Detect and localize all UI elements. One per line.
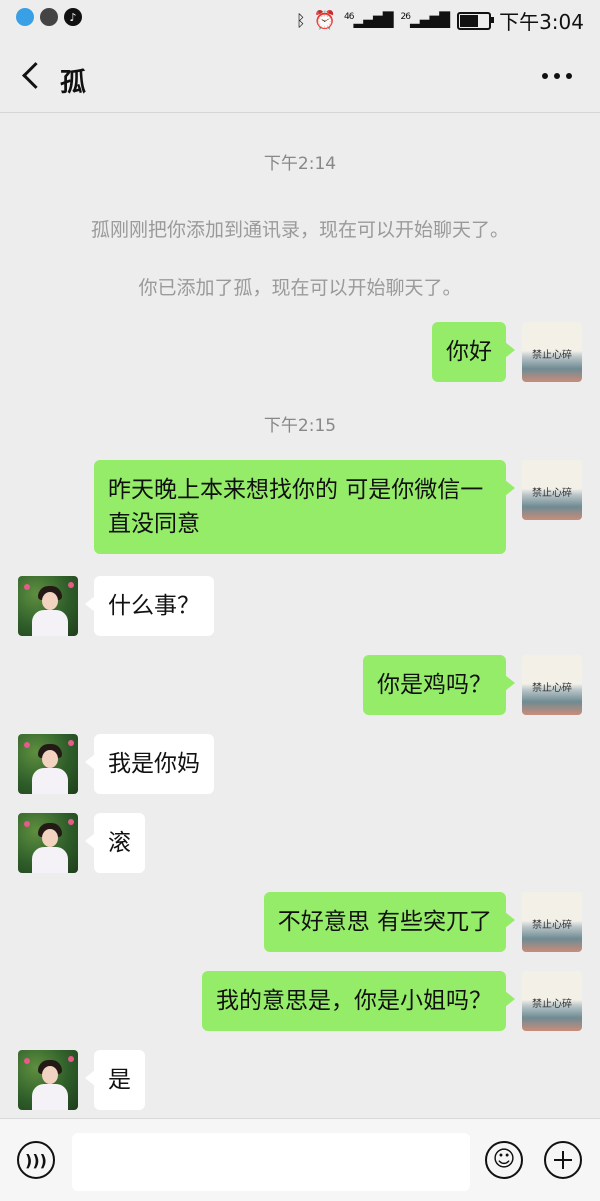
my-avatar-text: 禁止心碎 bbox=[532, 999, 572, 1010]
system-message: 孤刚刚把你添加到通讯录，现在可以开始聊天了。 bbox=[90, 219, 509, 241]
my-avatar[interactable]: 禁止心碎 bbox=[522, 971, 582, 1031]
timestamp: 下午2:14 bbox=[263, 154, 337, 174]
timestamp: 下午2:15 bbox=[263, 416, 337, 436]
chat-area[interactable]: 下午2:14 孤刚刚把你添加到通讯录，现在可以开始聊天了。 你已添加了孤，现在可… bbox=[0, 113, 600, 1118]
my-avatar[interactable]: 禁止心碎 bbox=[522, 655, 582, 715]
battery-icon bbox=[457, 11, 495, 30]
signal-1-icon: 46▂▄▆█ bbox=[344, 12, 394, 29]
my-avatar[interactable]: 禁止心碎 bbox=[522, 460, 582, 520]
status-icons-left: ♪ bbox=[16, 8, 82, 26]
emoji-icon[interactable]: ☺ bbox=[485, 1141, 523, 1179]
my-message-bubble[interactable]: 我的意思是，你是小姐吗？ bbox=[202, 971, 515, 1031]
tiktok-icon: ♪ bbox=[64, 8, 82, 26]
my-message-bubble[interactable]: 你是鸡吗？ bbox=[363, 655, 515, 715]
contact-message-bubble[interactable]: 滚 bbox=[85, 813, 145, 873]
system-message: 你已添加了孤，现在可以开始聊天了。 bbox=[138, 277, 462, 299]
back-arrow-icon[interactable] bbox=[14, 56, 50, 96]
contact-message-bubble[interactable]: 是 bbox=[85, 1050, 145, 1110]
message-input[interactable] bbox=[72, 1133, 470, 1191]
input-bar: ))) ☺ bbox=[0, 1118, 600, 1201]
status-icons-right: ᛒ ⏰ 46▂▄▆█ 26▂▄▆█ 下午3:04 bbox=[296, 6, 584, 35]
contact-avatar[interactable] bbox=[18, 1050, 78, 1110]
contact-avatar[interactable] bbox=[18, 734, 78, 794]
status-time: 下午3:04 bbox=[499, 10, 584, 34]
signal-2-icon: 26▂▄▆█ bbox=[400, 12, 451, 29]
my-avatar[interactable]: 禁止心碎 bbox=[522, 322, 582, 382]
my-avatar-text: 禁止心碎 bbox=[532, 683, 572, 694]
plus-icon[interactable] bbox=[544, 1141, 582, 1179]
my-avatar-text: 禁止心碎 bbox=[532, 488, 572, 499]
contact-avatar[interactable] bbox=[18, 576, 78, 636]
contact-avatar[interactable] bbox=[18, 813, 78, 873]
app-notification-icon bbox=[16, 8, 34, 26]
more-options-icon[interactable] bbox=[542, 66, 578, 86]
my-message-bubble[interactable]: 你好 bbox=[432, 322, 515, 382]
status-bar: ♪ ᛒ ⏰ 46▂▄▆█ 26▂▄▆█ 下午3:04 bbox=[0, 0, 600, 40]
voice-icon[interactable]: ))) bbox=[17, 1141, 55, 1179]
bluetooth-icon: ᛒ bbox=[295, 11, 306, 30]
chat-title: 孤 bbox=[60, 68, 87, 98]
contact-message-bubble[interactable]: 什么事？ bbox=[85, 576, 214, 636]
chat-bubble-icon bbox=[40, 8, 58, 26]
my-avatar[interactable]: 禁止心碎 bbox=[522, 892, 582, 952]
alarm-icon: ⏰ bbox=[313, 10, 337, 31]
my-avatar-text: 禁止心碎 bbox=[532, 920, 572, 931]
my-message-bubble[interactable]: 不好意思 有些突兀了 bbox=[263, 892, 516, 952]
contact-message-bubble[interactable]: 我是你妈 bbox=[85, 734, 214, 794]
my-avatar-text: 禁止心碎 bbox=[532, 350, 572, 361]
my-message-bubble[interactable]: 昨天晚上本来想找你的 可是你微信一直没同意 bbox=[94, 460, 515, 554]
nav-bar: 孤 bbox=[0, 40, 600, 113]
